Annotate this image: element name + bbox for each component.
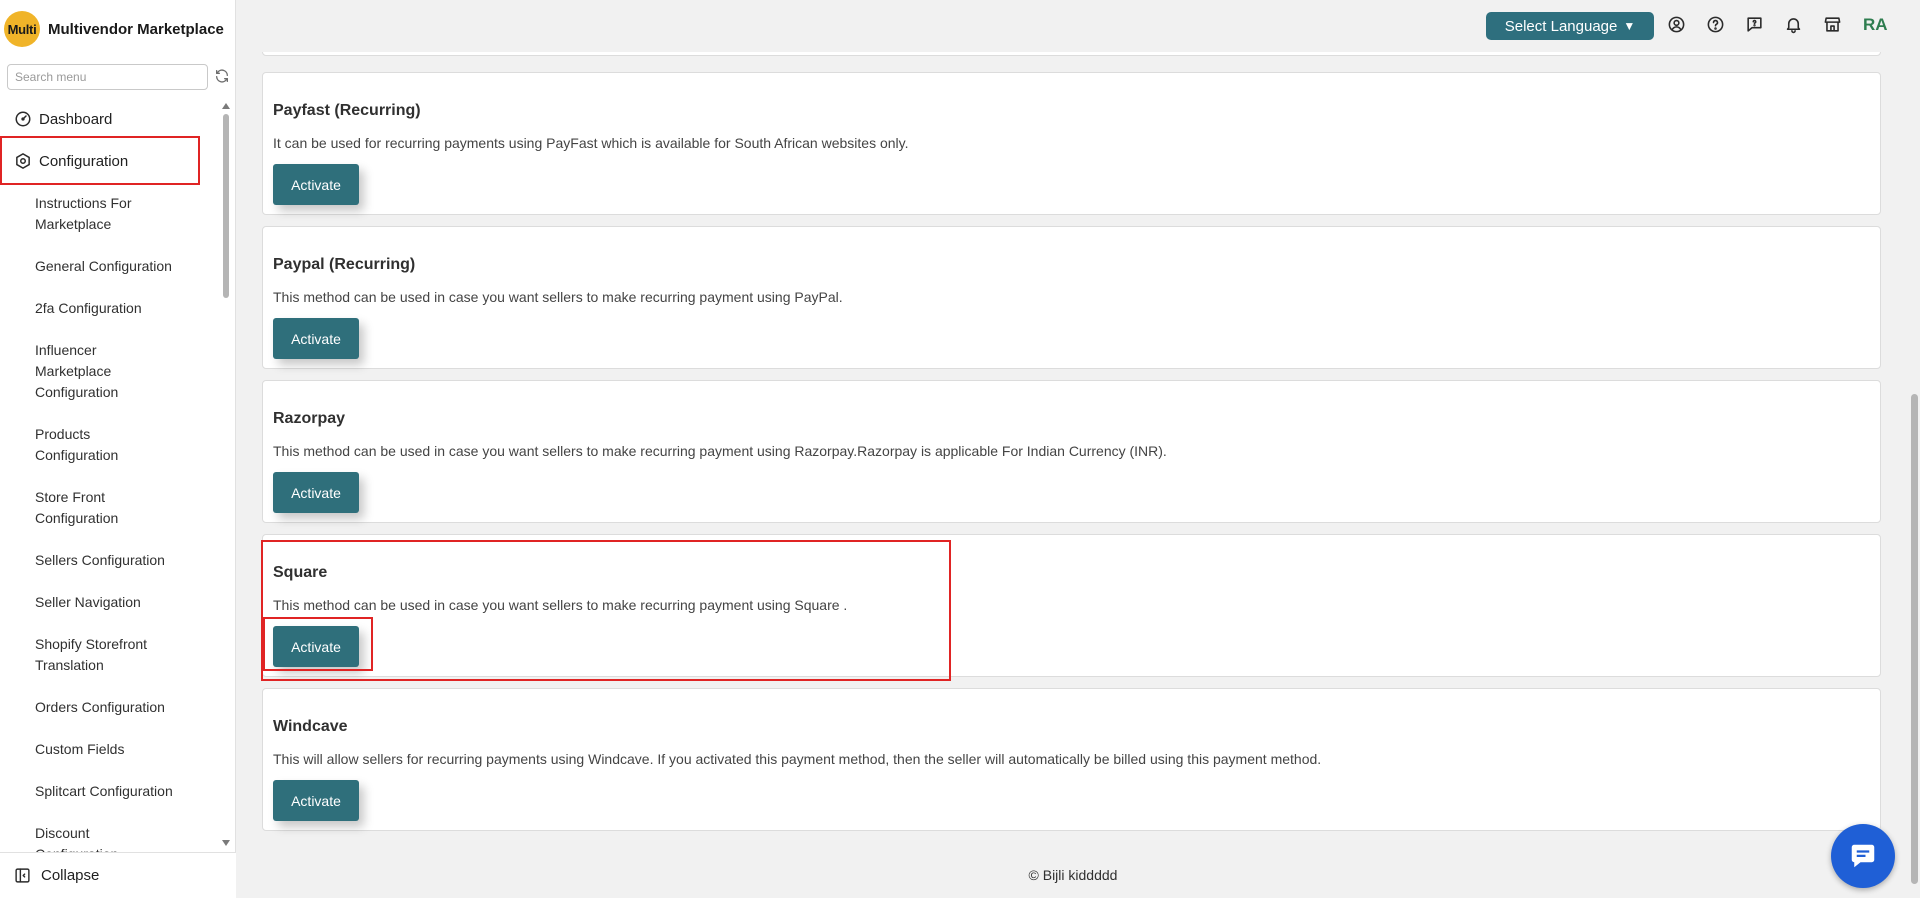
payment-card-payfast: Payfast (Recurring) It can be used for r… xyxy=(262,72,1881,215)
scroll-down-arrow[interactable] xyxy=(222,840,230,846)
card-title: Paypal (Recurring) xyxy=(273,256,416,273)
chat-button[interactable] xyxy=(1831,824,1895,888)
card-description: It can be used for recurring payments us… xyxy=(273,135,909,151)
sidebar-subitem[interactable]: Sellers Configuration xyxy=(35,550,195,571)
page-scrollbar[interactable] xyxy=(1908,0,1920,898)
payment-card-razorpay: Razorpay This method can be used in case… xyxy=(262,380,1881,523)
sidebar-item-dashboard[interactable]: Dashboard xyxy=(14,110,112,128)
brand-logo: Multi xyxy=(4,11,40,47)
caret-down-icon: ▼ xyxy=(1623,19,1636,33)
collapse-label: Collapse xyxy=(41,867,100,884)
search-menu-input[interactable] xyxy=(7,64,208,90)
collapse-sidebar-icon xyxy=(15,868,30,883)
sidebar-subitem[interactable]: Products Configuration xyxy=(35,424,135,466)
feedback-icon[interactable] xyxy=(1745,15,1764,34)
activate-button[interactable]: Activate xyxy=(273,318,359,359)
activate-button[interactable]: Activate xyxy=(273,472,359,513)
sidebar-subitem[interactable]: Discount Configuration xyxy=(35,823,135,852)
activate-button[interactable]: Activate xyxy=(273,164,359,205)
sidebar: Multi Multivendor Marketplace Dashboard … xyxy=(0,0,236,898)
sidebar-scroll-thumb[interactable] xyxy=(223,114,229,298)
sidebar-item-label: Dashboard xyxy=(39,110,113,128)
card-title: Windcave xyxy=(273,718,348,735)
payment-card-windcave: Windcave This will allow sellers for rec… xyxy=(262,688,1881,831)
previous-card-edge xyxy=(262,52,1881,56)
brand-name: Multivendor Marketplace xyxy=(48,20,224,38)
square-activate-highlight-box xyxy=(263,617,373,671)
card-description: This will allow sellers for recurring pa… xyxy=(273,751,1322,767)
brand[interactable]: Multi Multivendor Marketplace xyxy=(4,11,224,47)
select-language-button[interactable]: Select Language ▼ xyxy=(1486,12,1654,40)
sidebar-subitem[interactable]: Splitcart Configuration xyxy=(35,781,195,802)
refresh-icon[interactable] xyxy=(214,68,230,84)
sidebar-scrollbar[interactable] xyxy=(221,100,233,852)
sidebar-subitem[interactable]: Seller Navigation xyxy=(35,592,195,613)
top-bar: Select Language ▼ RA xyxy=(236,0,1920,52)
activate-button[interactable]: Activate xyxy=(273,780,359,821)
sidebar-subitem[interactable]: General Configuration xyxy=(35,256,195,277)
sidebar-nav: Dashboard Configuration Instructions For… xyxy=(0,100,224,852)
user-circle-icon[interactable] xyxy=(1667,15,1686,34)
card-title: Razorpay xyxy=(273,410,346,427)
sidebar-subitem[interactable]: Shopify Storefront Translation xyxy=(35,634,175,676)
configuration-highlight-box xyxy=(0,136,200,185)
card-description: This method can be used in case you want… xyxy=(273,443,1167,459)
dashboard-icon xyxy=(15,111,31,127)
chat-icon xyxy=(1851,844,1875,868)
sidebar-subitem[interactable]: Custom Fields xyxy=(35,739,195,760)
avatar[interactable]: RA xyxy=(1863,15,1888,35)
help-circle-icon[interactable] xyxy=(1706,15,1725,34)
footer-text: © Bijli kiddddd xyxy=(1028,867,1118,883)
scroll-up-arrow[interactable] xyxy=(222,103,230,109)
card-title: Payfast (Recurring) xyxy=(273,102,421,119)
card-description: This method can be used in case you want… xyxy=(273,289,843,305)
page-scroll-thumb[interactable] xyxy=(1911,394,1918,884)
collapse-button[interactable]: Collapse xyxy=(0,852,236,898)
store-icon[interactable] xyxy=(1823,15,1842,34)
sidebar-subitem[interactable]: Instructions For Marketplace xyxy=(35,193,195,235)
payment-methods-list: Payfast (Recurring) It can be used for r… xyxy=(262,52,1882,852)
sidebar-subitem[interactable]: 2fa Configuration xyxy=(35,298,195,319)
bell-icon[interactable] xyxy=(1784,15,1803,34)
payment-card-paypal: Paypal (Recurring) This method can be us… xyxy=(262,226,1881,369)
sidebar-subitem[interactable]: Store Front Configuration xyxy=(35,487,135,529)
sidebar-subitem[interactable]: Orders Configuration xyxy=(35,697,195,718)
sidebar-subitem[interactable]: Influencer Marketplace Configuration xyxy=(35,340,135,403)
footer: © Bijli kiddddd xyxy=(236,852,1910,898)
select-language-label: Select Language xyxy=(1504,17,1618,35)
